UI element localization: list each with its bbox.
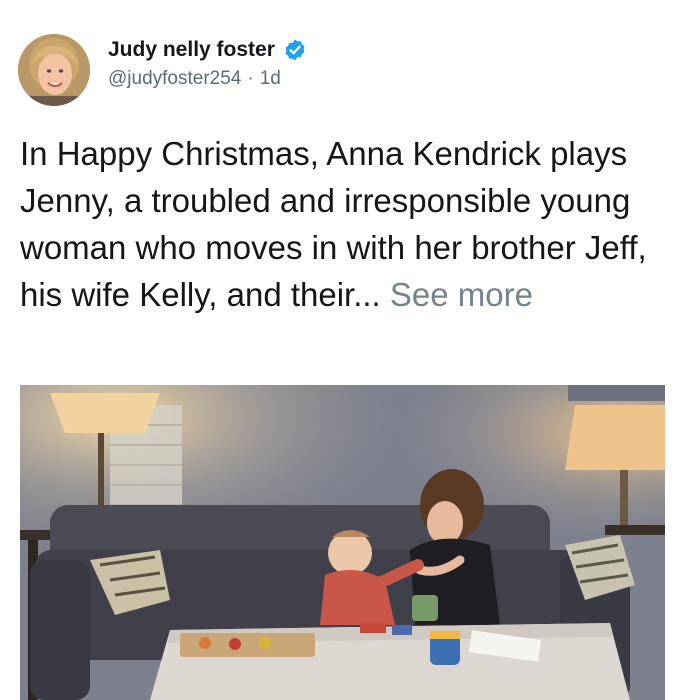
- author-display-name[interactable]: Judy nelly foster: [108, 38, 275, 62]
- tweet-card[interactable]: Judy nelly foster @judyfoster254 · 1d In H…: [0, 0, 700, 700]
- author-avatar[interactable]: [18, 34, 90, 106]
- tweet-header: Judy nelly foster @judyfoster254 · 1d: [108, 38, 307, 90]
- tweet-media[interactable]: [20, 385, 665, 700]
- see-more-link[interactable]: See more: [390, 276, 533, 313]
- tweet-age[interactable]: 1d: [260, 68, 281, 89]
- tweet-body: In Happy Christmas, Anna Kendrick plays …: [20, 130, 685, 318]
- author-handle[interactable]: @judyfoster254: [108, 68, 241, 89]
- meta-separator: ·: [247, 68, 254, 89]
- media-photo: [20, 385, 665, 700]
- verified-badge-icon: [285, 39, 305, 61]
- tweet-meta: @judyfoster254 · 1d: [108, 68, 307, 90]
- tweet-text: In Happy Christmas, Anna Kendrick plays …: [20, 135, 647, 313]
- avatar-photo: [18, 34, 90, 106]
